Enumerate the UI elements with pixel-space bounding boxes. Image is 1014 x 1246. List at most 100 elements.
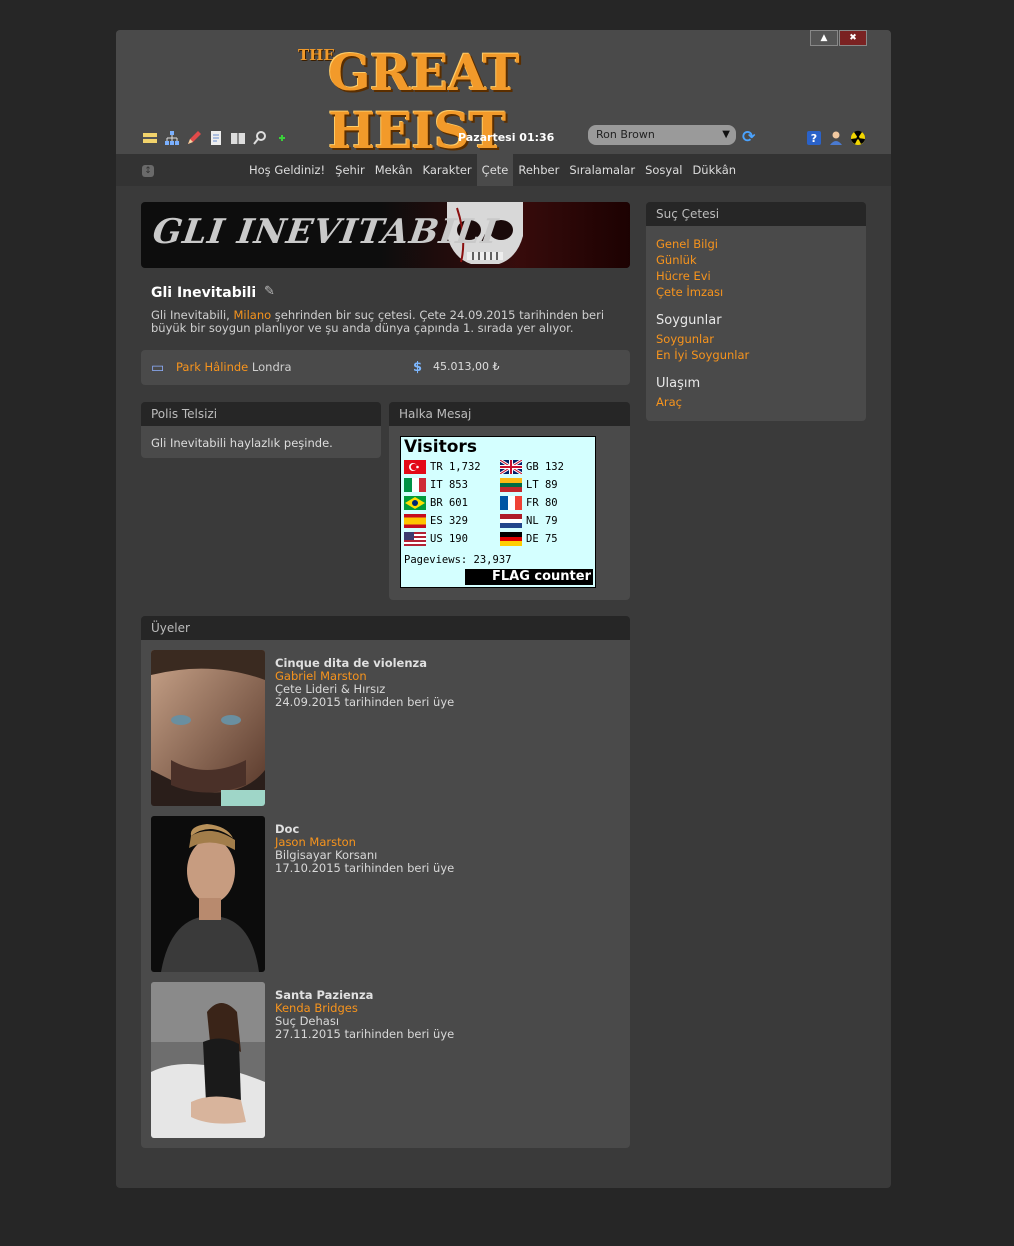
police-radio-text: Gli Inevitabili haylazlık peşinde.: [151, 436, 333, 450]
plus-icon[interactable]: [274, 130, 290, 146]
member-card: Santa Pazienza Kenda Bridges Suç Dehası …: [151, 982, 611, 1138]
member-name-link[interactable]: Kenda Bridges: [275, 1001, 358, 1015]
sidebar-heading-heists: Soygunlar: [656, 313, 722, 328]
country-code: NL: [526, 515, 539, 527]
banner-text: GLI INEVITABILI: [150, 212, 501, 252]
police-radio-header: Polis Telsizi: [141, 402, 381, 426]
nav-item-place[interactable]: Mekân: [370, 154, 418, 186]
gang-money: 45.013,00 ₺: [433, 360, 500, 373]
vehicle-status: Park Hâlinde Londra: [176, 360, 292, 374]
refresh-icon[interactable]: ⟳: [742, 127, 755, 146]
notes-icon[interactable]: [142, 130, 158, 146]
pencil-icon[interactable]: [186, 130, 202, 146]
flag-counter-widget[interactable]: Visitors TR 1,732 IT 853 BR 601 ES 329 U…: [400, 436, 596, 588]
minimize-button[interactable]: ▲: [810, 30, 838, 46]
pageviews: Pageviews: 23,937: [404, 554, 512, 566]
nav-item-social[interactable]: Sosyal: [640, 154, 687, 186]
visitor-count: 190: [448, 533, 468, 545]
country-code: BR: [430, 497, 443, 509]
nav-item-gang[interactable]: Çete: [476, 154, 514, 186]
de-flag-icon: [500, 532, 522, 546]
member-name-link[interactable]: Gabriel Marston: [275, 669, 367, 683]
it-flag-icon: [404, 478, 426, 492]
nav-item-guide[interactable]: Rehber: [513, 154, 564, 186]
country-code: DE: [526, 533, 539, 545]
member-avatar[interactable]: [151, 650, 265, 806]
nl-flag-icon: [500, 514, 522, 528]
visitor-row: LT 89: [500, 477, 558, 493]
member-avatar[interactable]: [151, 982, 265, 1138]
gang-info-bar: ▭ Park Hâlinde Londra $ 45.013,00 ₺: [141, 350, 630, 385]
es-flag-icon: [404, 514, 426, 528]
nav-item-shop[interactable]: Dükkân: [687, 154, 741, 186]
sidebar-link-gang-signature[interactable]: Çete İmzası: [656, 285, 723, 299]
br-flag-icon: [404, 496, 426, 510]
desc-prefix: Gli Inevitabili,: [151, 308, 234, 322]
member-card: Cinque dita de violenza Gabriel Marston …: [151, 650, 611, 806]
sidebar-link-journal[interactable]: Günlük: [656, 253, 697, 267]
toolbar: [142, 130, 290, 146]
lt-flag-icon: [500, 478, 522, 492]
nav-item-rankings[interactable]: Sıralamalar: [564, 154, 640, 186]
help-icon[interactable]: ?: [806, 130, 822, 146]
magnifier-icon[interactable]: [252, 130, 268, 146]
game-logo[interactable]: THE GREAT HEIST: [294, 44, 694, 160]
member-since: 24.09.2015 tarihinden beri üye: [275, 695, 455, 709]
close-button[interactable]: ✖: [839, 30, 867, 46]
car-icon: ▭: [151, 360, 165, 376]
visitor-count: 601: [448, 497, 468, 509]
visitor-row: BR 601: [404, 495, 468, 511]
member-role: Çete Lideri & Hırsız: [275, 682, 386, 696]
visitor-row: DE 75: [500, 531, 558, 547]
parked-link[interactable]: Park Hâlinde: [176, 360, 248, 374]
sidebar-header: Suç Çetesi: [646, 202, 866, 226]
game-clock: Pazartesi 01:36: [458, 131, 555, 144]
sidebar-link-vehicle[interactable]: Araç: [656, 395, 682, 409]
member-since: 17.10.2015 tarihinden beri üye: [275, 861, 455, 875]
document-icon[interactable]: [208, 130, 224, 146]
country-code: TR: [430, 461, 443, 473]
nav-item-character[interactable]: Karakter: [418, 154, 477, 186]
character-select[interactable]: Ron Brown ▼: [588, 125, 736, 145]
svg-text:?: ?: [811, 132, 817, 145]
collapse-icon[interactable]: ↕: [142, 165, 154, 177]
sidebar-link-heists[interactable]: Soygunlar: [656, 332, 714, 346]
sidebar-link-cell-house[interactable]: Hücre Evi: [656, 269, 711, 283]
member-card: Doc Jason Marston Bilgisayar Korsanı 17.…: [151, 816, 611, 972]
visitor-row: IT 853: [404, 477, 468, 493]
public-message-header: Halka Mesaj: [389, 402, 630, 426]
visitor-count: 79: [544, 515, 558, 527]
flag-counter-badge[interactable]: FLAG counter: [465, 569, 593, 585]
fr-flag-icon: [500, 496, 522, 510]
country-code: ES: [430, 515, 443, 527]
hierarchy-icon[interactable]: [164, 130, 180, 146]
nav-item-city[interactable]: Şehir: [330, 154, 370, 186]
nav-item-welcome[interactable]: Hoş Geldiniz!: [244, 154, 330, 186]
chevron-down-icon: ▼: [722, 129, 730, 140]
main-nav: ↕ Hoş Geldiniz! Şehir Mekân Karakter Çet…: [116, 154, 891, 186]
gb-flag-icon: [500, 460, 522, 474]
gang-description: Gli Inevitabili, Milano şehrinden bir su…: [151, 309, 621, 335]
member-name-link[interactable]: Jason Marston: [275, 835, 356, 849]
visitor-count: 1,732: [448, 461, 481, 473]
member-role: Suç Dehası: [275, 1014, 340, 1028]
radiation-icon[interactable]: [850, 130, 866, 146]
gang-banner: GLI INEVITABILI: [141, 202, 630, 268]
edit-icon[interactable]: ✎: [264, 284, 275, 299]
member-role: Bilgisayar Korsanı: [275, 848, 378, 862]
visitor-row: ES 329: [404, 513, 468, 529]
gang-name: Gli Inevitabili: [151, 285, 257, 301]
sidebar-link-best-heists[interactable]: En İyi Soygunlar: [656, 348, 749, 362]
member-since: 27.11.2015 tarihinden beri üye: [275, 1027, 455, 1041]
character-name: Ron Brown: [596, 128, 655, 141]
tr-flag-icon: [404, 460, 426, 474]
member-nick: Santa Pazienza: [275, 988, 374, 1002]
visitors-title: Visitors: [404, 437, 477, 457]
member-avatar[interactable]: [151, 816, 265, 972]
right-toolbar: ?: [806, 130, 866, 146]
book-icon[interactable]: [230, 130, 246, 146]
visitor-row: NL 79: [500, 513, 558, 529]
sidebar-link-general-info[interactable]: Genel Bilgi: [656, 237, 718, 251]
user-icon[interactable]: [828, 130, 844, 146]
city-link[interactable]: Milano: [233, 308, 271, 322]
